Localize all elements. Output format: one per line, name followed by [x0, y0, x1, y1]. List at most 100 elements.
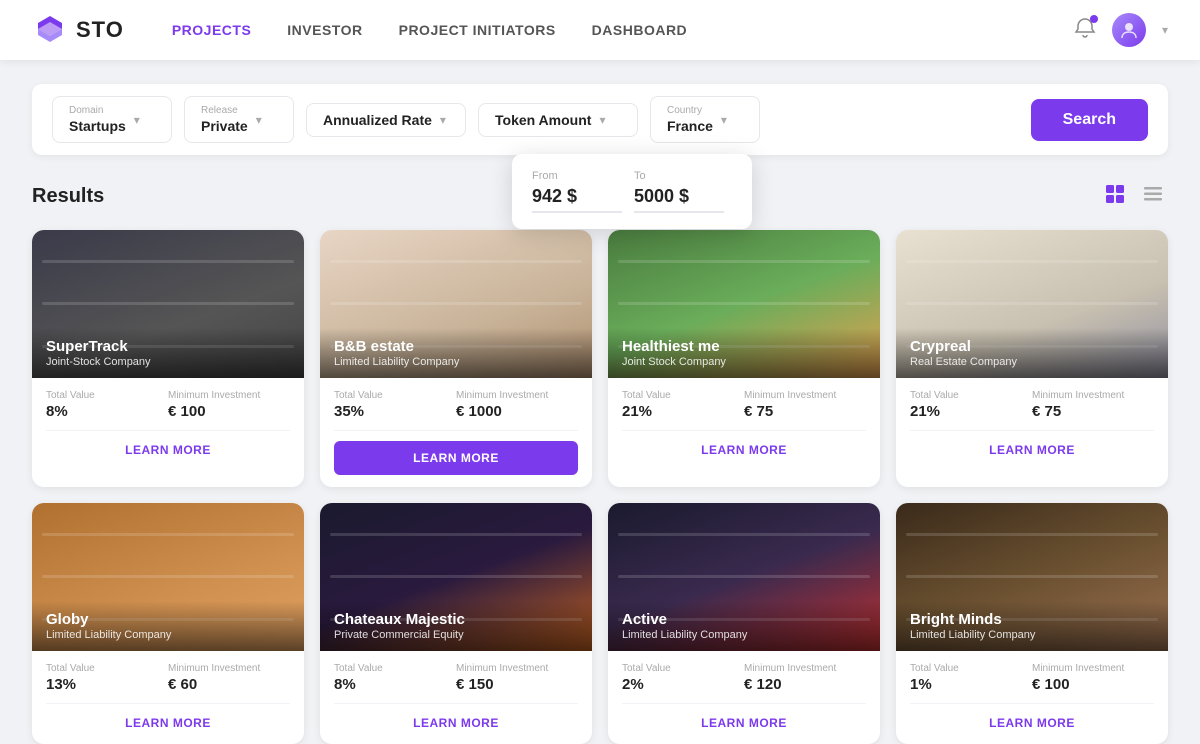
- min-investment-metric: Minimum Investment € 120: [744, 663, 866, 693]
- card-image: SuperTrack Joint-Stock Company: [32, 230, 304, 378]
- card-item: Healthiest me Joint Stock Company Total …: [608, 230, 880, 487]
- min-investment-label: Minimum Investment: [1032, 390, 1154, 401]
- total-value-metric: Total Value 21%: [622, 390, 744, 420]
- card-image: Globy Limited Liability Company: [32, 503, 304, 651]
- cards-grid: SuperTrack Joint-Stock Company Total Val…: [32, 230, 1168, 744]
- card-overlay: B&B estate Limited Liability Company: [320, 328, 592, 378]
- total-value-label: Total Value: [622, 390, 744, 401]
- total-value: 2%: [622, 676, 744, 693]
- total-value: 21%: [910, 403, 1032, 420]
- card-metrics: Total Value 35% Minimum Investment € 100…: [334, 390, 578, 420]
- min-investment-metric: Minimum Investment € 75: [1032, 390, 1154, 420]
- card-metrics: Total Value 13% Minimum Investment € 60: [46, 663, 290, 693]
- card-footer: LEARN MORE: [896, 431, 1168, 471]
- card-body: Total Value 8% Minimum Investment € 150: [320, 651, 592, 693]
- token-amount-chevron: ▾: [599, 113, 605, 127]
- card-company-type: Real Estate Company: [910, 356, 1154, 368]
- annualized-chevron: ▾: [440, 113, 446, 127]
- learn-more-button[interactable]: LEARN MORE: [910, 716, 1154, 730]
- total-value: 8%: [334, 676, 456, 693]
- search-button[interactable]: Search: [1031, 99, 1148, 141]
- min-investment-metric: Minimum Investment € 150: [456, 663, 578, 693]
- logo: STO: [32, 12, 124, 48]
- min-investment-label: Minimum Investment: [744, 663, 866, 674]
- domain-filter[interactable]: Domain Startups ▾: [52, 96, 172, 143]
- release-filter[interactable]: Release Private ▾: [184, 96, 294, 143]
- card-item: Active Limited Liability Company Total V…: [608, 503, 880, 744]
- card-footer: LEARN MORE: [32, 431, 304, 471]
- card-image: Chateaux Majestic Private Commercial Equ…: [320, 503, 592, 651]
- min-investment: € 1000: [456, 403, 578, 420]
- release-value: Private: [201, 118, 248, 134]
- card-name: B&B estate: [334, 338, 578, 356]
- country-value: France: [667, 118, 713, 134]
- token-amount-filter[interactable]: Token Amount ▾: [478, 103, 638, 137]
- learn-more-button[interactable]: LEARN MORE: [46, 443, 290, 457]
- total-value-metric: Total Value 8%: [334, 663, 456, 693]
- card-body: Total Value 21% Minimum Investment € 75: [608, 378, 880, 420]
- learn-more-button[interactable]: LEARN MORE: [334, 441, 578, 475]
- min-investment-label: Minimum Investment: [456, 663, 578, 674]
- card-body: Total Value 21% Minimum Investment € 75: [896, 378, 1168, 420]
- card-item: Bright Minds Limited Liability Company T…: [896, 503, 1168, 744]
- total-value-label: Total Value: [910, 390, 1032, 401]
- annualized-filter[interactable]: Annualized Rate ▾: [306, 103, 466, 137]
- card-overlay: Globy Limited Liability Company: [32, 601, 304, 651]
- card-item: B&B estate Limited Liability Company Tot…: [320, 230, 592, 487]
- card-metrics: Total Value 1% Minimum Investment € 100: [910, 663, 1154, 693]
- results-section: Results: [32, 179, 1168, 744]
- total-value-label: Total Value: [46, 390, 168, 401]
- learn-more-button[interactable]: LEARN MORE: [334, 716, 578, 730]
- nav-project-initiators[interactable]: PROJECT INITIATORS: [399, 22, 556, 38]
- token-from-label: From: [532, 170, 622, 182]
- token-to-label: To: [634, 170, 724, 182]
- card-overlay: SuperTrack Joint-Stock Company: [32, 328, 304, 378]
- card-body: Total Value 1% Minimum Investment € 100: [896, 651, 1168, 693]
- card-footer: LEARN MORE: [608, 704, 880, 744]
- card-company-type: Joint-Stock Company: [46, 356, 290, 368]
- card-image: Healthiest me Joint Stock Company: [608, 230, 880, 378]
- card-name: Bright Minds: [910, 611, 1154, 629]
- nav-dashboard[interactable]: DASHBOARD: [592, 22, 688, 38]
- card-metrics: Total Value 2% Minimum Investment € 120: [622, 663, 866, 693]
- min-investment-label: Minimum Investment: [456, 390, 578, 401]
- card-footer: LEARN MORE: [320, 431, 592, 487]
- release-label: Release: [201, 105, 248, 116]
- card-company-type: Joint Stock Company: [622, 356, 866, 368]
- min-investment: € 75: [1032, 403, 1154, 420]
- total-value: 1%: [910, 676, 1032, 693]
- card-name: Crypreal: [910, 338, 1154, 356]
- learn-more-button[interactable]: LEARN MORE: [46, 716, 290, 730]
- domain-label: Domain: [69, 105, 126, 116]
- notification-icon[interactable]: [1074, 17, 1096, 44]
- annualized-value: Annualized Rate: [323, 112, 432, 128]
- card-item: Crypreal Real Estate Company Total Value…: [896, 230, 1168, 487]
- learn-more-button[interactable]: LEARN MORE: [910, 443, 1154, 457]
- card-company-type: Limited Liability Company: [334, 356, 578, 368]
- card-overlay: Chateaux Majestic Private Commercial Equ…: [320, 601, 592, 651]
- token-dropdown-popup: From 942 $ To 5000 $: [512, 154, 752, 229]
- total-value: 21%: [622, 403, 744, 420]
- learn-more-button[interactable]: LEARN MORE: [622, 716, 866, 730]
- token-from-value[interactable]: 942 $: [532, 186, 622, 213]
- min-investment-label: Minimum Investment: [168, 663, 290, 674]
- min-investment-metric: Minimum Investment € 100: [168, 390, 290, 420]
- card-name: Globy: [46, 611, 290, 629]
- token-amount-value: Token Amount: [495, 112, 591, 128]
- country-filter[interactable]: Country France ▾: [650, 96, 760, 143]
- avatar[interactable]: [1112, 13, 1146, 47]
- learn-more-button[interactable]: LEARN MORE: [622, 443, 866, 457]
- card-company-type: Limited Liability Company: [910, 629, 1154, 641]
- avatar-chevron[interactable]: ▾: [1162, 23, 1168, 37]
- filter-bar: Domain Startups ▾ Release Private ▾ Annu…: [32, 84, 1168, 155]
- list-view-button[interactable]: [1138, 179, 1168, 214]
- nav-investor[interactable]: INVESTOR: [287, 22, 362, 38]
- card-overlay: Active Limited Liability Company: [608, 601, 880, 651]
- token-to-value[interactable]: 5000 $: [634, 186, 724, 213]
- country-chevron: ▾: [721, 113, 727, 127]
- header-right: ▾: [1074, 13, 1168, 47]
- card-metrics: Total Value 21% Minimum Investment € 75: [622, 390, 866, 420]
- grid-view-button[interactable]: [1100, 179, 1130, 214]
- nav-projects[interactable]: PROJECTS: [172, 22, 251, 38]
- total-value-metric: Total Value 21%: [910, 390, 1032, 420]
